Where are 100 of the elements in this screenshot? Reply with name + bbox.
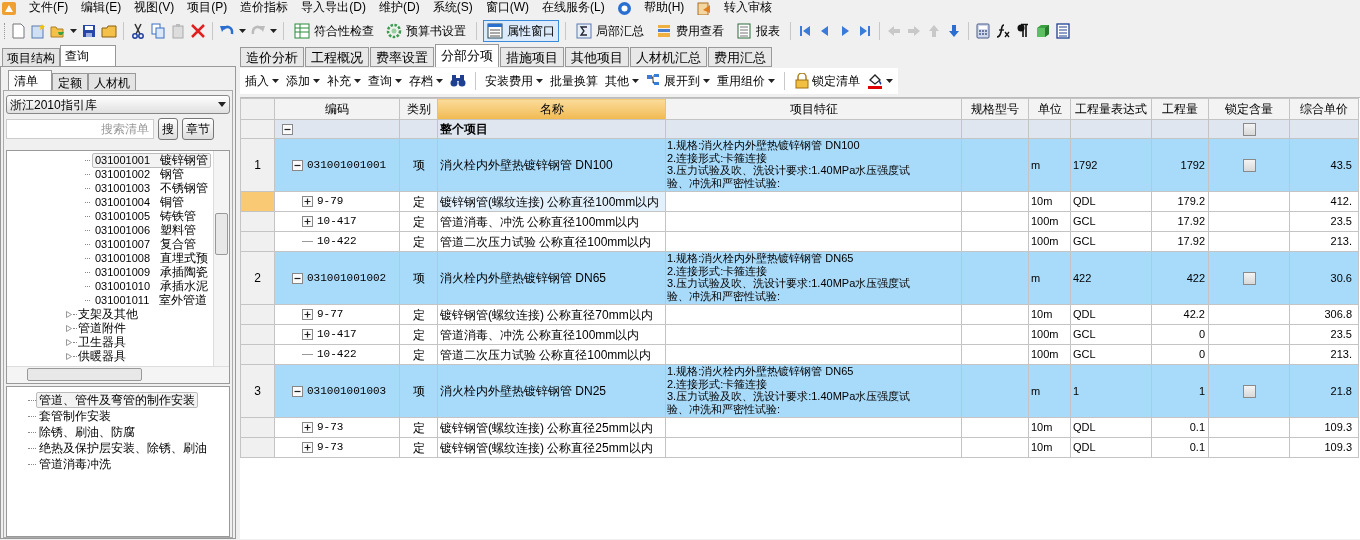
last-icon[interactable] (857, 23, 873, 39)
menu-item[interactable]: 转入审核 (724, 0, 773, 14)
tree-item[interactable]: 支架及其他 (78, 307, 138, 321)
caret-icon[interactable] (313, 79, 320, 83)
checkbox[interactable] (1242, 122, 1256, 136)
toolbar-button[interactable]: 批量换算 (550, 72, 598, 90)
formula-icon[interactable] (995, 23, 1011, 39)
tree-item[interactable]: 031001004 铜管 (92, 194, 188, 210)
caret-icon[interactable] (886, 79, 893, 83)
document-tab[interactable]: 分部分项 (435, 44, 499, 67)
document-list-icon[interactable] (1055, 23, 1071, 39)
library-dropdown[interactable]: 浙江2010指引库 (6, 95, 230, 114)
column-header[interactable]: 名称 (437, 98, 666, 120)
document-tab[interactable]: 措施项目 (500, 47, 564, 67)
tree-item[interactable]: 031001008 直埋式预 (92, 250, 212, 266)
tree-item[interactable]: 031001001 镀锌钢管 (92, 152, 212, 168)
search-button[interactable]: 搜 (158, 118, 178, 140)
subtab[interactable]: 人材机 (88, 73, 136, 90)
vertical-scrollbar[interactable] (213, 151, 229, 367)
expand-icon[interactable] (302, 309, 313, 320)
new-document-icon[interactable] (10, 23, 26, 39)
chapter-item[interactable]: 套管制作安装 (36, 408, 114, 424)
column-header[interactable]: 锁定含量 (1208, 98, 1290, 120)
menu-item[interactable]: 视图(V) (134, 0, 175, 14)
tree-item[interactable]: 卫生器具 (78, 335, 126, 349)
search-field[interactable]: 搜索清单 (6, 119, 154, 139)
expand-icon[interactable] (302, 422, 313, 433)
column-header[interactable]: 编码 (274, 98, 400, 120)
chapter-button[interactable]: 章节 (182, 118, 214, 140)
tree-item[interactable]: 供暖器具 (78, 349, 126, 363)
tree-item[interactable]: 031001006 塑料管 (92, 222, 200, 238)
caret-icon[interactable] (395, 79, 402, 83)
fill-color-button[interactable] (867, 73, 893, 89)
menu-item[interactable]: 系统(S) (432, 0, 473, 14)
menu-item[interactable]: 维护(D) (379, 0, 420, 14)
caret-icon[interactable] (632, 79, 639, 83)
collapse-icon[interactable] (282, 123, 293, 135)
app-icon[interactable] (2, 1, 16, 15)
menu-item[interactable]: 窗口(W) (485, 0, 529, 14)
menu-item[interactable]: 造价指标 (240, 0, 289, 14)
save-icon[interactable] (81, 23, 97, 39)
subtab[interactable]: 清单 (8, 70, 52, 90)
tree-item[interactable]: 031001011 室外管道 (92, 292, 211, 308)
document-tab[interactable]: 造价分析 (240, 47, 304, 67)
chapter-item[interactable]: 管道、管件及弯管的制作安装 (36, 392, 198, 408)
tree-item[interactable]: 管道附件 (78, 321, 126, 335)
toolbar-button[interactable]: 安装费用 (485, 72, 543, 90)
toolbar-button[interactable]: 费用查看 (652, 20, 728, 42)
document-tab[interactable]: 人材机汇总 (630, 47, 707, 67)
caret-icon[interactable] (272, 79, 279, 83)
tree-item[interactable]: 031001003 不锈钢管 (92, 180, 212, 196)
column-header[interactable]: 项目特征 (665, 98, 962, 120)
collapse-icon[interactable] (292, 272, 303, 284)
collapse-icon[interactable] (292, 159, 303, 171)
caret-icon[interactable] (70, 29, 77, 33)
toolbar-button[interactable]: 重用组价 (717, 72, 775, 90)
column-header[interactable]: 规格型号 (961, 98, 1029, 120)
pilcrow-icon[interactable] (1015, 23, 1031, 39)
scissors-icon[interactable] (130, 23, 146, 39)
menu-item[interactable]: 导入导出(D) (301, 0, 366, 14)
down-arrow-icon[interactable] (946, 23, 962, 39)
caret-icon[interactable] (768, 79, 775, 83)
toolbar-button[interactable]: 查询 (368, 72, 402, 90)
document-tab[interactable]: 工程概况 (305, 47, 369, 67)
caret-icon[interactable] (536, 79, 543, 83)
chapter-item[interactable]: 管道消毒冲洗 (36, 456, 114, 472)
column-header[interactable]: 类别 (399, 98, 438, 120)
toolbar-button[interactable]: 局部汇总 (572, 20, 648, 42)
chapter-item[interactable]: 绝热及保护层安装、除锈、刷油 (36, 440, 210, 456)
toolbar-button[interactable]: 添加 (286, 72, 320, 90)
caret-icon[interactable] (703, 79, 710, 83)
column-header[interactable]: 工程量 (1151, 98, 1209, 120)
caret-icon[interactable] (270, 29, 277, 33)
toolbar-button[interactable]: 符合性检查 (290, 20, 378, 42)
toolbar-button[interactable]: 报表 (732, 20, 784, 42)
checkbox[interactable] (1242, 384, 1256, 398)
toolbar-button[interactable]: 插入 (245, 72, 279, 90)
delete-icon[interactable] (190, 23, 206, 39)
document-tab[interactable]: 费率设置 (370, 47, 434, 67)
tree-item[interactable]: 031001009 承插陶瓷 (92, 264, 212, 280)
caret-icon[interactable] (239, 29, 246, 33)
column-header[interactable]: 综合单价 (1289, 98, 1359, 120)
calculator-icon[interactable] (975, 23, 991, 39)
toolbar-button[interactable]: 属性窗口 (483, 20, 559, 42)
horizontal-scrollbar[interactable] (7, 366, 229, 383)
expand-icon[interactable] (302, 442, 313, 453)
expand-icon[interactable] (302, 216, 313, 227)
caret-icon[interactable] (354, 79, 361, 83)
binoculars-icon[interactable] (450, 74, 466, 88)
menu-item[interactable]: 帮助(H) (643, 0, 685, 14)
tree-item[interactable]: 031001002 钢管 (92, 166, 188, 182)
tree-item[interactable]: 031001005 铸铁管 (92, 208, 200, 224)
menu-item[interactable]: 文件(F) (29, 0, 69, 14)
expand-icon[interactable] (302, 196, 313, 207)
collapse-icon[interactable] (292, 385, 303, 397)
toolbar-button[interactable]: 其他 (605, 72, 639, 90)
help-icon[interactable] (617, 1, 631, 15)
document-tab[interactable]: 其他项目 (565, 47, 629, 67)
column-header[interactable]: 工程量表达式 (1070, 98, 1152, 120)
tree-item[interactable]: 031001007 复合管 (92, 236, 200, 252)
